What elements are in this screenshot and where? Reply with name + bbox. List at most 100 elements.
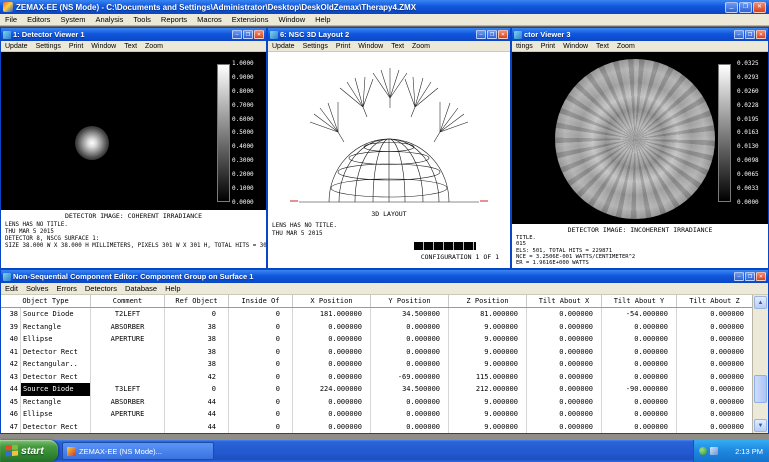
cell-ref-object[interactable]: 38 bbox=[165, 346, 229, 359]
cell-x-position[interactable]: 0.000000 bbox=[293, 333, 371, 346]
window-icon[interactable] bbox=[514, 31, 522, 39]
cell-x-position[interactable]: 181.000000 bbox=[293, 308, 371, 321]
cell-tilt-about-z[interactable]: 0.000000 bbox=[677, 421, 752, 434]
cell-y-position[interactable]: 0.000000 bbox=[371, 421, 449, 434]
scrollbar-thumb[interactable] bbox=[754, 375, 767, 403]
table-row[interactable]: 42 Rectangular.. 38 0 0.000000 0.000000 … bbox=[1, 358, 752, 371]
cell-z-position[interactable]: 9.000000 bbox=[449, 408, 527, 421]
cell-ref-object[interactable]: 38 bbox=[165, 333, 229, 346]
cell-x-position[interactable]: 224.000000 bbox=[293, 383, 371, 396]
cell-tilt-about-y[interactable]: -90.000000 bbox=[602, 383, 677, 396]
table-row[interactable]: 44 Source Diode T3LEFT 0 0 224.000000 34… bbox=[1, 383, 752, 396]
table-row[interactable]: 46 Ellipse APERTURE 44 0 0.000000 0.0000… bbox=[1, 408, 752, 421]
cell-y-position[interactable]: 0.000000 bbox=[371, 408, 449, 421]
cell-inside-of[interactable]: 0 bbox=[229, 371, 293, 384]
restore-button[interactable] bbox=[745, 30, 755, 39]
cell-comment[interactable]: ABSORBER bbox=[91, 396, 165, 409]
scroll-down-button[interactable] bbox=[754, 419, 767, 432]
cell-x-position[interactable]: 0.000000 bbox=[293, 371, 371, 384]
row-number[interactable]: 39 bbox=[1, 321, 21, 334]
cell-inside-of[interactable]: 0 bbox=[229, 421, 293, 434]
cell-comment[interactable]: APERTURE bbox=[91, 333, 165, 346]
cell-x-position[interactable]: 0.000000 bbox=[293, 346, 371, 359]
cell-tilt-about-x[interactable]: 0.000000 bbox=[527, 421, 602, 434]
minimize-button[interactable] bbox=[734, 272, 744, 281]
cell-x-position[interactable]: 0.000000 bbox=[293, 408, 371, 421]
cell-comment[interactable]: T3LEFT bbox=[91, 383, 165, 396]
cell-tilt-about-x[interactable]: 0.000000 bbox=[527, 308, 602, 321]
cell-x-position[interactable]: 0.000000 bbox=[293, 321, 371, 334]
window-icon[interactable] bbox=[270, 31, 278, 39]
cell-z-position[interactable]: 9.000000 bbox=[449, 358, 527, 371]
cell-object-type[interactable]: Source Diode bbox=[21, 308, 91, 321]
cell-inside-of[interactable]: 0 bbox=[229, 358, 293, 371]
cell-tilt-about-z[interactable]: 0.000000 bbox=[677, 358, 752, 371]
window-menu-item[interactable]: Settings bbox=[299, 41, 332, 52]
cell-tilt-about-y[interactable]: 0.000000 bbox=[602, 321, 677, 334]
row-number[interactable]: 45 bbox=[1, 396, 21, 409]
close-button[interactable] bbox=[498, 30, 508, 39]
minimize-button[interactable] bbox=[734, 30, 744, 39]
cell-z-position[interactable]: 9.000000 bbox=[449, 321, 527, 334]
cell-y-position[interactable]: 0.000000 bbox=[371, 358, 449, 371]
row-number[interactable]: 43 bbox=[1, 371, 21, 384]
cell-tilt-about-y[interactable]: 0.000000 bbox=[602, 396, 677, 409]
table-row[interactable]: 38 Source Diode T2LEFT 0 0 181.000000 34… bbox=[1, 308, 752, 321]
window-menu-item[interactable]: Update bbox=[268, 41, 299, 52]
cell-tilt-about-y[interactable]: 0.000000 bbox=[602, 421, 677, 434]
cell-tilt-about-y[interactable]: 0.000000 bbox=[602, 358, 677, 371]
row-number[interactable]: 41 bbox=[1, 346, 21, 359]
minimize-button[interactable] bbox=[232, 30, 242, 39]
minimize-button[interactable] bbox=[725, 2, 738, 13]
cell-comment[interactable]: T2LEFT bbox=[91, 308, 165, 321]
table-row[interactable]: 43 Detector Rect 42 0 0.000000 -69.00000… bbox=[1, 371, 752, 384]
cell-comment[interactable] bbox=[91, 421, 165, 434]
window-menu-item[interactable]: Window bbox=[354, 41, 387, 52]
cell-inside-of[interactable]: 0 bbox=[229, 321, 293, 334]
window-menu-item[interactable]: Text bbox=[387, 41, 408, 52]
cell-object-type[interactable]: Rectangular.. bbox=[21, 358, 91, 371]
cell-ref-object[interactable]: 44 bbox=[165, 396, 229, 409]
window-menu-item[interactable]: Zoom bbox=[613, 41, 639, 52]
start-button[interactable]: start bbox=[0, 440, 58, 462]
main-menu-item[interactable]: System bbox=[55, 14, 90, 26]
close-button[interactable] bbox=[254, 30, 264, 39]
cell-inside-of[interactable]: 0 bbox=[229, 408, 293, 421]
cell-tilt-about-x[interactable]: 0.000000 bbox=[527, 408, 602, 421]
cell-tilt-about-z[interactable]: 0.000000 bbox=[677, 346, 752, 359]
main-menu-item[interactable]: Analysis bbox=[90, 14, 128, 26]
cell-tilt-about-y[interactable]: 0.000000 bbox=[602, 371, 677, 384]
cell-ref-object[interactable]: 38 bbox=[165, 358, 229, 371]
scroll-up-button[interactable] bbox=[754, 296, 767, 309]
cell-tilt-about-y[interactable]: 0.000000 bbox=[602, 346, 677, 359]
main-menu-item[interactable]: File bbox=[0, 14, 22, 26]
maximize-button[interactable] bbox=[739, 2, 752, 13]
cell-y-position[interactable]: -69.000000 bbox=[371, 371, 449, 384]
cell-tilt-about-y[interactable]: -54.000000 bbox=[602, 308, 677, 321]
cell-object-type[interactable]: Rectangle bbox=[21, 396, 91, 409]
window-icon[interactable] bbox=[3, 31, 11, 39]
cell-inside-of[interactable]: 0 bbox=[229, 396, 293, 409]
cell-object-type[interactable]: Detector Rect bbox=[21, 371, 91, 384]
cell-object-type[interactable]: Detector Rect bbox=[21, 421, 91, 434]
cell-z-position[interactable]: 81.000000 bbox=[449, 308, 527, 321]
cell-ref-object[interactable]: 44 bbox=[165, 421, 229, 434]
cell-y-position[interactable]: 0.000000 bbox=[371, 333, 449, 346]
restore-button[interactable] bbox=[243, 30, 253, 39]
cell-y-position[interactable]: 0.000000 bbox=[371, 396, 449, 409]
row-number[interactable]: 38 bbox=[1, 308, 21, 321]
tray-shield-icon[interactable] bbox=[699, 447, 707, 455]
cell-object-type[interactable]: Detector Rect bbox=[21, 346, 91, 359]
main-menu-item[interactable]: Window bbox=[273, 14, 310, 26]
vertical-scrollbar[interactable] bbox=[752, 295, 768, 433]
cell-tilt-about-x[interactable]: 0.000000 bbox=[527, 346, 602, 359]
table-row[interactable]: 39 Rectangle ABSORBER 38 0 0.000000 0.00… bbox=[1, 321, 752, 334]
window-menu-item[interactable]: Zoom bbox=[408, 41, 434, 52]
main-menu-item[interactable]: Editors bbox=[22, 14, 55, 26]
cell-comment[interactable] bbox=[91, 358, 165, 371]
editor-menu-item[interactable]: Detectors bbox=[81, 283, 121, 295]
window-menu-item[interactable]: Window bbox=[87, 41, 120, 52]
window-menu-item[interactable]: Print bbox=[537, 41, 559, 52]
cell-y-position[interactable]: 0.000000 bbox=[371, 346, 449, 359]
cell-z-position[interactable]: 115.000000 bbox=[449, 371, 527, 384]
